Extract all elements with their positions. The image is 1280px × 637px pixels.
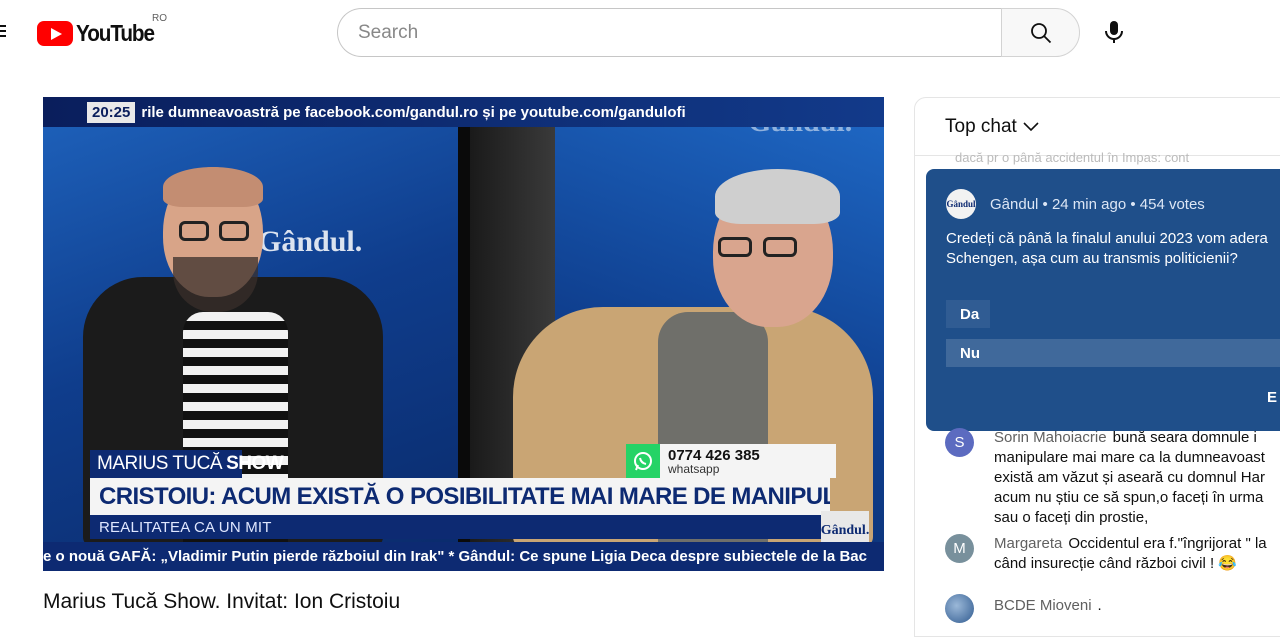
top-news-ticker: 20:25 rile dumneavoastră pe facebook.com… xyxy=(43,97,884,127)
poll-end-button[interactable]: E xyxy=(1267,389,1277,406)
microphone-icon xyxy=(1105,21,1123,43)
poll-question-line-2: Schengen, așa cum au transmis politicien… xyxy=(946,250,1238,267)
poll-question: Credeți că până la finalul anului 2023 v… xyxy=(946,229,1280,269)
ticker-clock: 20:25 xyxy=(87,101,136,123)
hamburger-menu-icon[interactable] xyxy=(0,22,6,42)
chat-text-line: acum nu știu ce să spun,o faceți în urma xyxy=(994,489,1264,506)
live-chat-panel: Top chat dacă pr o până accidentul în Im… xyxy=(914,97,1280,637)
masthead: YouTube RO xyxy=(0,0,1280,66)
video-title: Marius Tucă Show. Invitat: Ion Cristoiu xyxy=(43,590,401,613)
chat-author[interactable]: BCDE Mioveni xyxy=(994,597,1092,614)
region-code: RO xyxy=(152,13,167,24)
chat-text-line: sau o faceți din prostie, xyxy=(994,509,1149,526)
chat-text-line: Occidentul era f."îngrijorat " la xyxy=(1068,535,1267,552)
whatsapp-icon xyxy=(626,444,660,478)
voice-search-button[interactable] xyxy=(1094,12,1134,52)
youtube-logo[interactable]: YouTube xyxy=(37,20,163,47)
avatar[interactable]: M xyxy=(945,534,974,563)
chevron-down-icon xyxy=(1023,121,1039,131)
poll-meta-text: Gândul • 24 min ago • 454 votes xyxy=(990,195,1205,213)
show-name-bold: SHOW xyxy=(226,453,284,474)
chat-text-line: când insurecție când război civil ! 😂 xyxy=(994,555,1237,572)
whatsapp-contact-box: 0774 426 385 whatsapp xyxy=(626,444,836,478)
search-box xyxy=(337,8,1003,57)
bottom-ticker-text: e o nouă GAFĂ: „Vladimir Putin pierde ră… xyxy=(43,548,867,565)
studio-watermark-left: Gândul. xyxy=(258,225,363,258)
obscured-chat-text: dacă pr o până accidentul în Impas: cont xyxy=(955,150,1190,165)
phone-label: whatsapp xyxy=(668,461,720,476)
poll-question-line-1: Credeți că până la finalul anului 2023 v… xyxy=(946,230,1268,247)
video-player[interactable]: Gândul. Gândul. 20:25 rile dumneavoastră… xyxy=(43,97,884,571)
chat-author[interactable]: Sorin Mahoiacrie xyxy=(994,429,1107,446)
poll-meta: Gândul Gândul • 24 min ago • 454 votes xyxy=(946,189,1205,219)
chat-author[interactable]: Margareta xyxy=(994,535,1062,552)
chat-mode-dropdown[interactable]: Top chat xyxy=(915,98,1280,156)
search-input[interactable] xyxy=(338,9,1003,56)
youtube-play-icon xyxy=(37,21,73,46)
chat-text-line: bună seara domnule i xyxy=(1112,429,1257,446)
show-name-light: MARIUS TUCĂ xyxy=(97,453,223,474)
headline-banner: CRISTOIU: ACUM EXISTĂ O POSIBILITATE MAI… xyxy=(90,478,830,515)
subheadline-banner: REALITATEA CA UN MIT xyxy=(90,515,830,539)
top-ticker-text: rile dumneavoastră pe facebook.com/gandu… xyxy=(141,103,686,121)
poll-option-nu[interactable]: Nu xyxy=(946,339,1280,367)
poll-card: Gândul Gândul • 24 min ago • 454 votes C… xyxy=(926,169,1280,431)
show-name-banner: MARIUS TUCĂ SHOW xyxy=(90,450,284,478)
avatar[interactable] xyxy=(945,594,974,623)
phone-number: 0774 426 385 xyxy=(668,446,760,464)
chat-mode-label: Top chat xyxy=(945,115,1017,137)
poll-option-da[interactable]: Da xyxy=(946,300,990,328)
avatar[interactable]: S xyxy=(945,428,974,457)
bottom-news-ticker: e o nouă GAFĂ: „Vladimir Putin pierde ră… xyxy=(43,542,884,571)
poll-author-avatar: Gândul xyxy=(946,189,976,219)
logo-text: YouTube xyxy=(76,20,155,46)
search-button[interactable] xyxy=(1001,8,1080,57)
chat-text-line: . xyxy=(1097,597,1102,614)
chat-text-line: există am văzut și aseară cu domnul Har xyxy=(994,469,1265,486)
search-icon xyxy=(1030,22,1051,43)
chat-text-line: manipulare mai mare ca la dumneavoast xyxy=(994,449,1265,466)
